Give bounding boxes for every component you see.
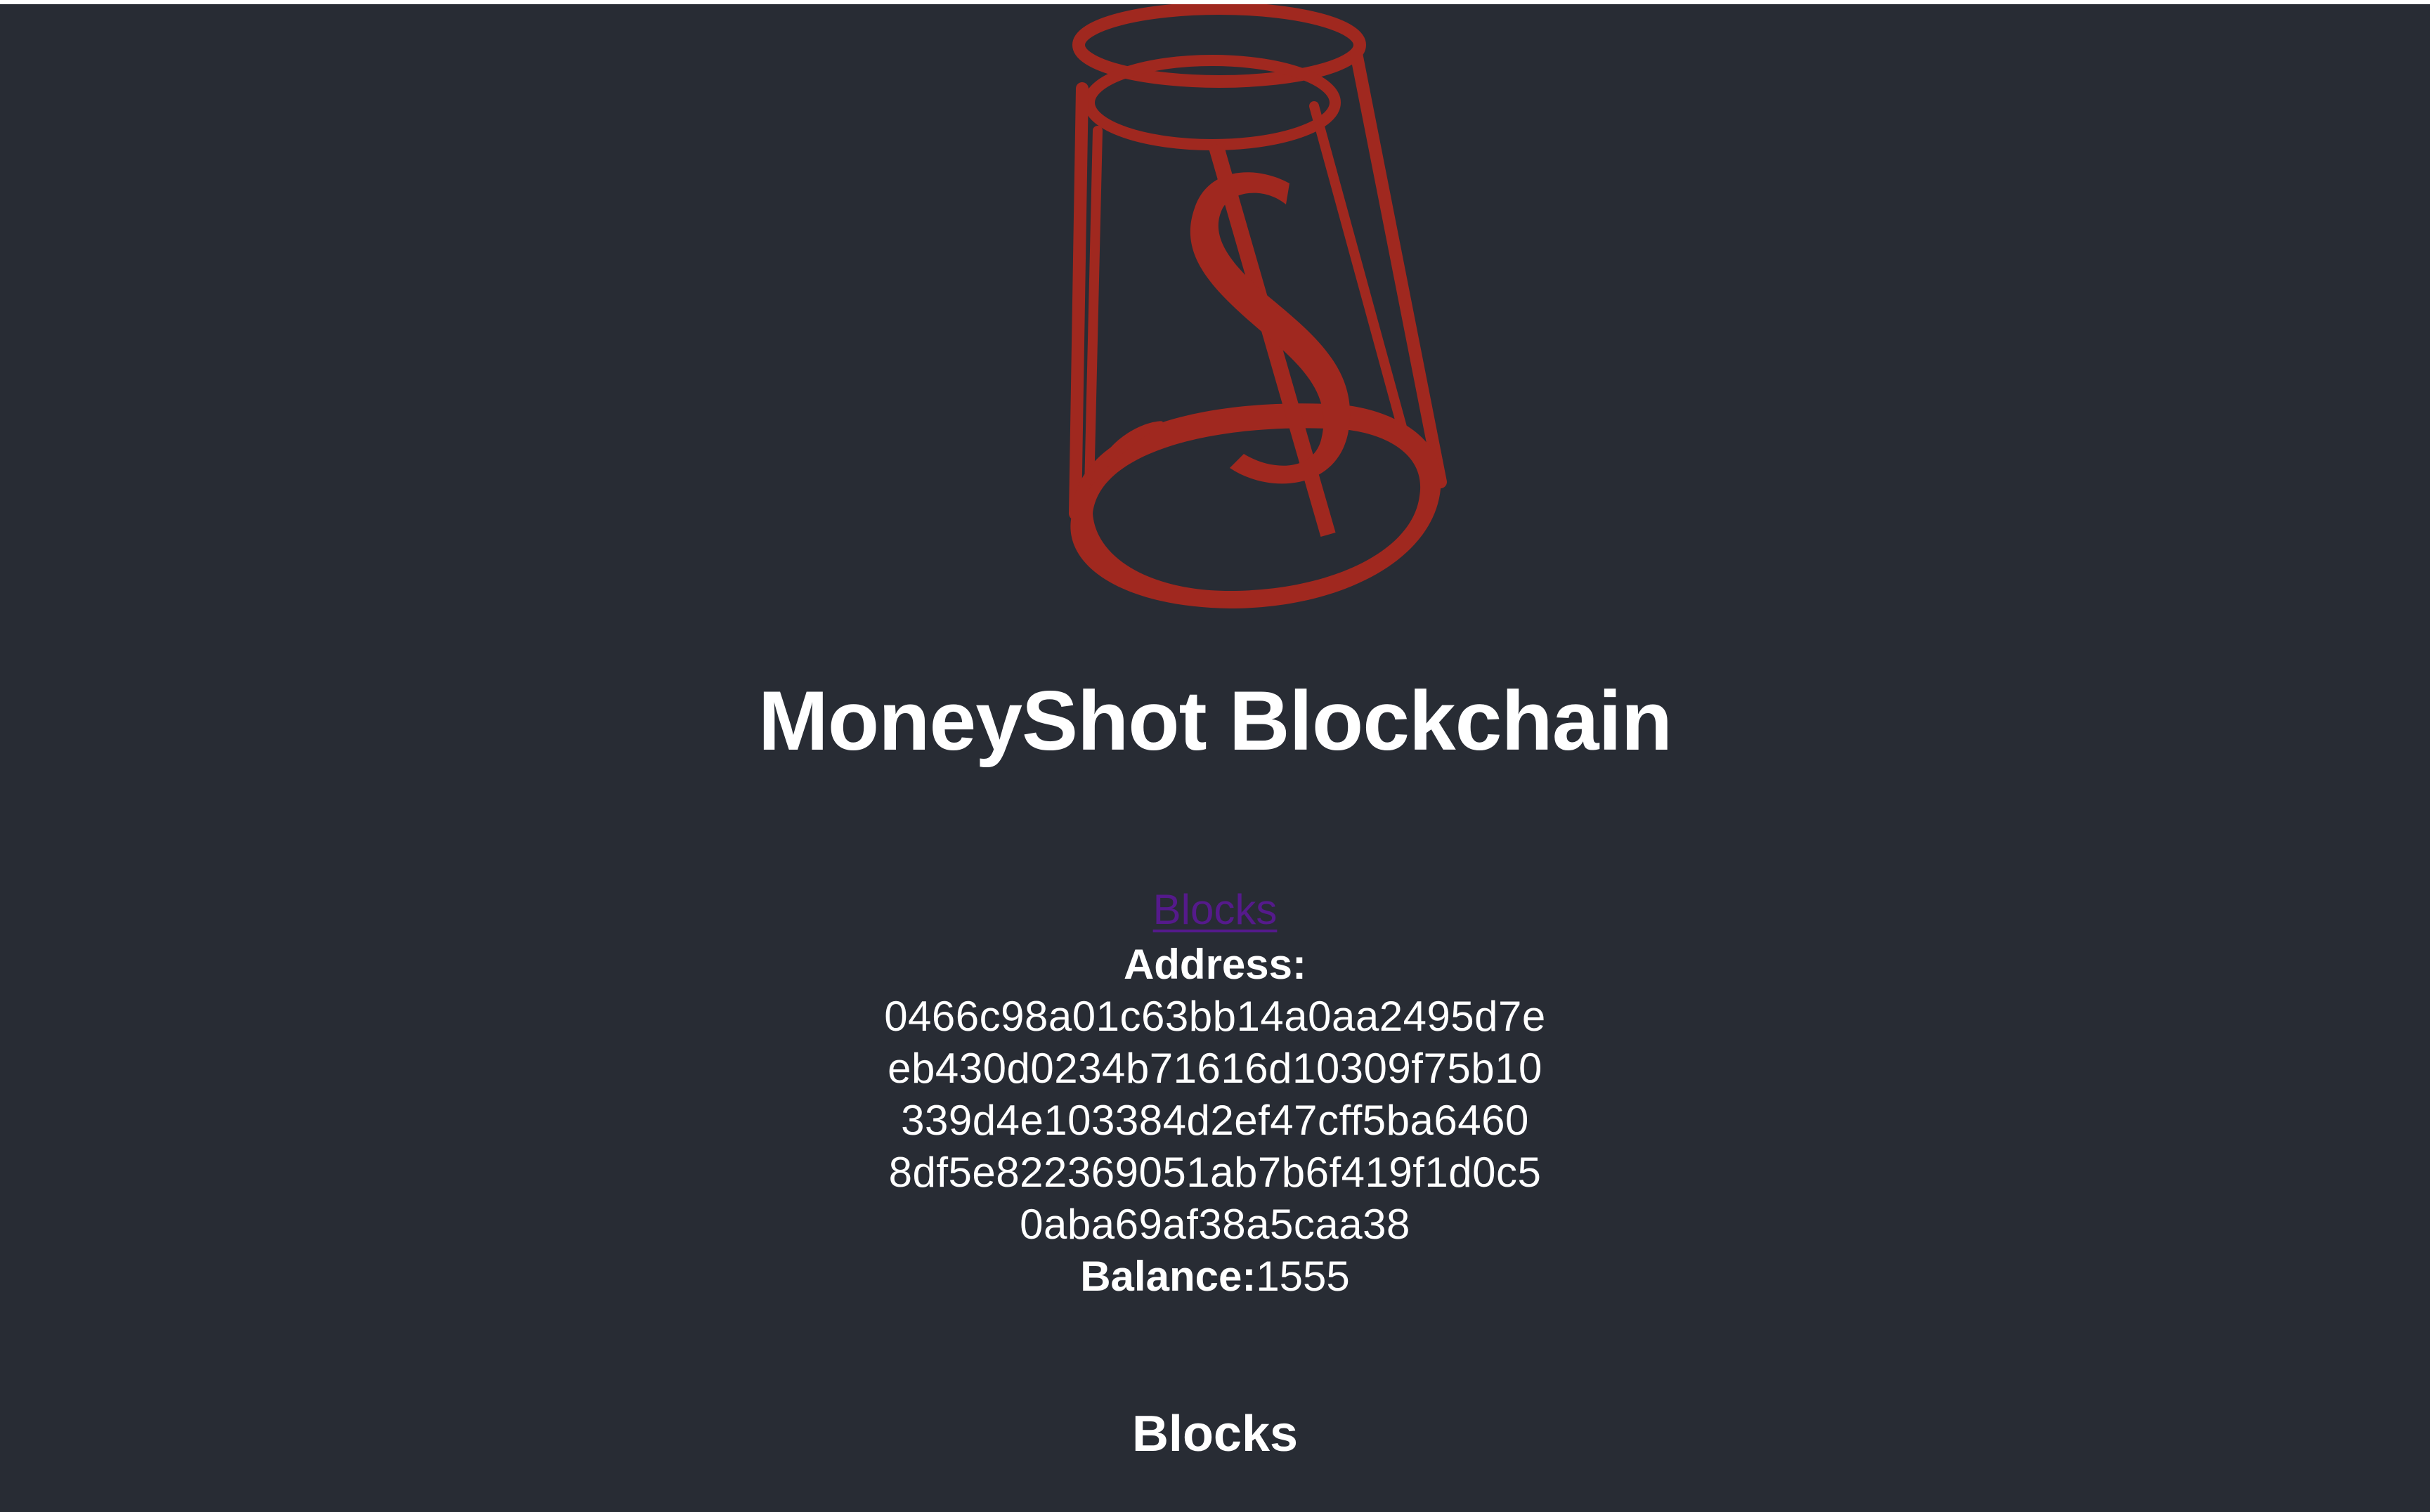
- balance-value: 1555: [1256, 1253, 1350, 1300]
- nav: Blocks: [0, 884, 2430, 936]
- wallet-info: Address: 0466c98a01c63bb14a0aa2495d7e eb…: [0, 939, 2430, 1303]
- blocks-heading: Blocks: [1131, 1406, 1299, 1462]
- address-value-line: 0466c98a01c63bb14a0aa2495d7e: [884, 993, 1546, 1040]
- app-container: MoneyShot Blockchain Blocks Address: 046…: [0, 4, 2430, 1512]
- balance-row: Balance:1555: [0, 1251, 2430, 1303]
- address-label: Address:: [1123, 941, 1307, 988]
- address-value-line: 8df5e822369051ab7b6f419f1d0c5: [888, 1149, 1542, 1196]
- blocks-link[interactable]: Blocks: [1153, 886, 1278, 933]
- address-value-line: 0aba69af38a5caa38: [1020, 1201, 1410, 1248]
- page-title: MoneyShot Blockchain: [758, 674, 1672, 768]
- address-value-line: eb430d0234b71616d10309f75b10: [888, 1045, 1542, 1092]
- balance-label: Balance:: [1080, 1253, 1256, 1300]
- address-value-line: 339d4e103384d2ef47cff5ba6460: [901, 1097, 1529, 1144]
- shot-glass-dollar-icon: [977, 4, 1455, 623]
